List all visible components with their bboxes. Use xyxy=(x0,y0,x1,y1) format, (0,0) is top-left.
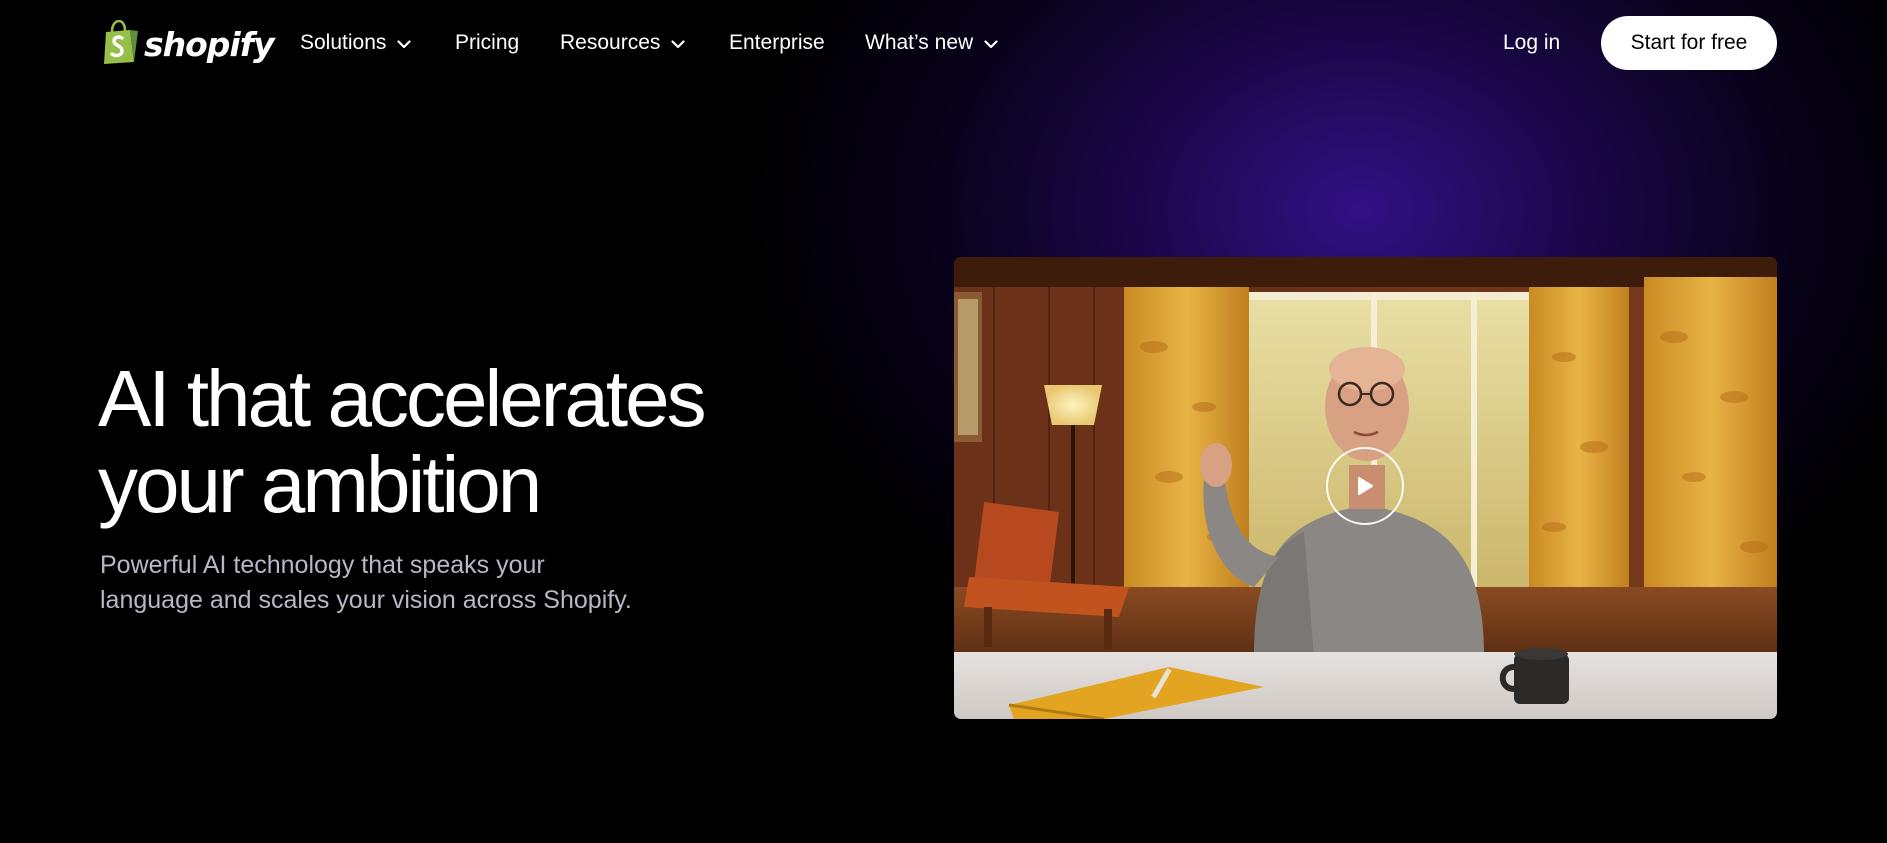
nav-item-whats-new[interactable]: What’s new xyxy=(865,28,998,58)
nav-item-label: What’s new xyxy=(865,31,974,54)
brand-wordmark: shopify xyxy=(144,24,275,64)
chevron-down-icon xyxy=(397,40,411,49)
hero-video[interactable] xyxy=(954,257,1777,719)
shopify-logo[interactable]: shopify xyxy=(100,19,275,67)
nav-item-solutions[interactable]: Solutions xyxy=(300,28,411,58)
nav-item-label: Pricing xyxy=(455,31,520,54)
nav-item-label: Enterprise xyxy=(729,31,825,54)
nav-item-resources[interactable]: Resources xyxy=(560,28,685,58)
chevron-down-icon xyxy=(984,40,998,49)
hero-subtitle-line-1: Powerful AI technology that speaks your xyxy=(100,551,545,579)
play-icon xyxy=(1358,477,1373,495)
hero-title: AI that accelerates your ambition xyxy=(98,356,778,528)
chevron-down-icon xyxy=(671,40,685,49)
nav-item-label: Resources xyxy=(560,31,661,54)
top-navigation: shopify Solutions Pricing Resources Ente… xyxy=(0,0,1887,86)
nav-item-enterprise[interactable]: Enterprise xyxy=(729,28,825,58)
nav-item-label: Solutions xyxy=(300,31,387,54)
hero-subtitle: Powerful AI technology that speaks your … xyxy=(100,548,700,618)
shopping-bag-icon xyxy=(104,20,138,64)
nav-item-pricing[interactable]: Pricing xyxy=(455,28,519,58)
hero-title-line-1: AI that accelerates xyxy=(98,354,707,443)
play-button[interactable] xyxy=(1326,447,1404,525)
hero-subtitle-line-2: language and scales your vision across S… xyxy=(100,586,632,614)
hero-title-line-2: your ambition xyxy=(98,440,542,529)
start-for-free-button[interactable]: Start for free xyxy=(1601,16,1777,70)
login-link[interactable]: Log in xyxy=(1503,28,1560,58)
